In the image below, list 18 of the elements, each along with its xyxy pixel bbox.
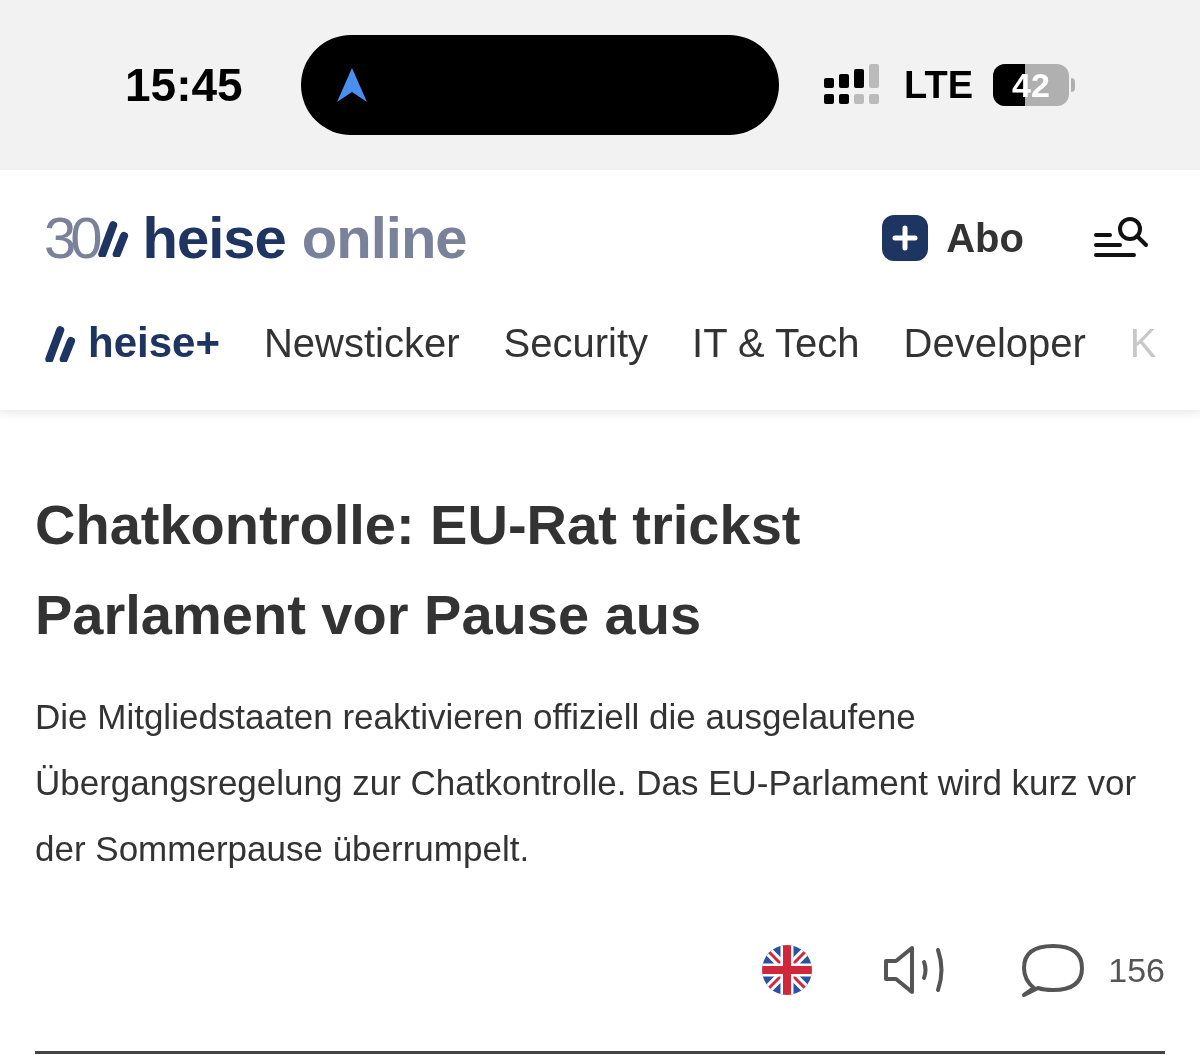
- logo-brand: heise: [142, 204, 286, 272]
- network-label: LTE: [904, 62, 973, 108]
- navigation-arrow-icon: [334, 66, 369, 104]
- comment-icon[interactable]: [1020, 942, 1087, 998]
- subscribe-button[interactable]: Abo: [882, 207, 1024, 268]
- article-lead: Die Mitgliedstaaten reaktivieren offiziell die ausgelaufene Übergangsregelung zur Chatkontrolle. Das EU-Parlament wird kurz vor der Sommerpause überrumpelt.: [35, 696, 1138, 870]
- flag-icon[interactable]: [762, 945, 813, 995]
- anniversary-number: 30: [44, 204, 97, 272]
- logo-suffix: online: [301, 204, 467, 272]
- clock-time: 15:45: [125, 57, 244, 113]
- article-title: Chatkontrolle: EU-Rat trickst Parlament vor Pause aus: [35, 492, 802, 648]
- nav-link[interactable]: Security: [503, 312, 649, 373]
- comment-count[interactable]: 156: [1108, 944, 1165, 996]
- nav-link[interactable]: Newsticker: [263, 312, 460, 373]
- heise-plus-link[interactable]: heise+: [44, 311, 220, 374]
- plus-icon: [882, 214, 929, 261]
- nav-link[interactable]: Developer: [903, 312, 1086, 373]
- nav-link[interactable]: IT & Tech: [692, 312, 860, 373]
